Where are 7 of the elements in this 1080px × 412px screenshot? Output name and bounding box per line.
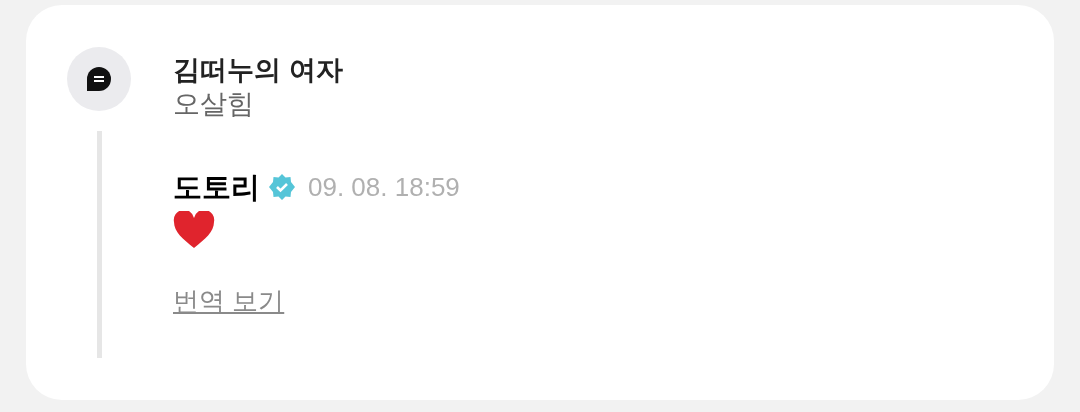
heart-icon <box>173 211 215 249</box>
comment-text: 오살힘 <box>173 88 255 121</box>
translate-link[interactable]: 번역 보기 <box>173 285 460 317</box>
chat-bubble-icon <box>86 66 112 92</box>
author-name: 도토리 <box>173 170 260 205</box>
timestamp: 09. 08. 18:59 <box>308 171 460 204</box>
author-name: 김떠누의 여자 <box>173 54 344 87</box>
